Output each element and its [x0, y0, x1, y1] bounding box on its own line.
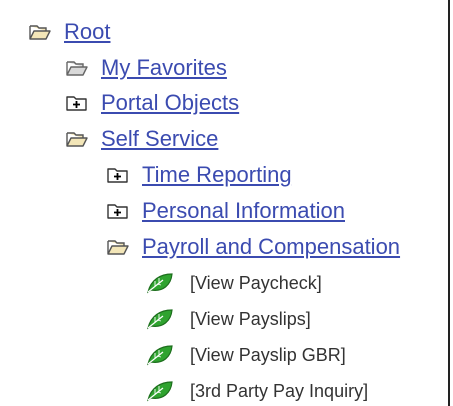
- tree-leaf-view-payslips-label[interactable]: [View Payslips]: [190, 308, 311, 330]
- leaf-icon: [145, 271, 175, 295]
- tree-leaf-view-paycheck-label[interactable]: [View Paycheck]: [190, 272, 322, 294]
- tree-node-self-service-label[interactable]: Self Service: [101, 127, 218, 151]
- open-folder-icon: [107, 238, 129, 256]
- tree-node-time-reporting-label[interactable]: Time Reporting: [142, 163, 292, 187]
- tree-node-portal-objects-label[interactable]: Portal Objects: [101, 91, 239, 115]
- tree-node-payroll-compensation-label[interactable]: Payroll and Compensation: [142, 235, 400, 259]
- open-folder-icon: [66, 59, 88, 77]
- open-folder-icon: [29, 23, 51, 41]
- tree-node-root[interactable]: Root: [29, 20, 110, 44]
- collapsed-folder-icon[interactable]: [66, 94, 88, 112]
- tree-node-self-service[interactable]: Self Service: [66, 127, 218, 151]
- tree-node-my-favorites[interactable]: My Favorites: [66, 56, 227, 80]
- tree-node-portal-objects[interactable]: Portal Objects: [66, 91, 239, 115]
- tree-node-time-reporting[interactable]: Time Reporting: [107, 163, 292, 187]
- leaf-icon: [145, 307, 175, 331]
- tree-leaf-3rd-party-pay-inquiry[interactable]: [3rd Party Pay Inquiry]: [145, 379, 368, 403]
- collapsed-folder-icon[interactable]: [107, 202, 129, 220]
- open-folder-icon: [66, 130, 88, 148]
- tree-leaf-view-paycheck[interactable]: [View Paycheck]: [145, 271, 322, 295]
- tree-node-personal-information-label[interactable]: Personal Information: [142, 199, 345, 223]
- tree-leaf-3rd-party-pay-inquiry-label[interactable]: [3rd Party Pay Inquiry]: [190, 380, 368, 402]
- tree-node-payroll-compensation[interactable]: Payroll and Compensation: [107, 235, 400, 259]
- collapsed-folder-icon[interactable]: [107, 166, 129, 184]
- portal-tree-panel: Root My Favorites Portal Objects Self Se…: [0, 0, 450, 406]
- leaf-icon: [145, 379, 175, 403]
- tree-node-personal-information[interactable]: Personal Information: [107, 199, 345, 223]
- tree-node-my-favorites-label[interactable]: My Favorites: [101, 56, 227, 80]
- tree-leaf-view-payslip-gbr-label[interactable]: [View Payslip GBR]: [190, 344, 346, 366]
- tree-leaf-view-payslip-gbr[interactable]: [View Payslip GBR]: [145, 343, 346, 367]
- tree-node-root-label[interactable]: Root: [64, 20, 110, 44]
- leaf-icon: [145, 343, 175, 367]
- tree-leaf-view-payslips[interactable]: [View Payslips]: [145, 307, 311, 331]
